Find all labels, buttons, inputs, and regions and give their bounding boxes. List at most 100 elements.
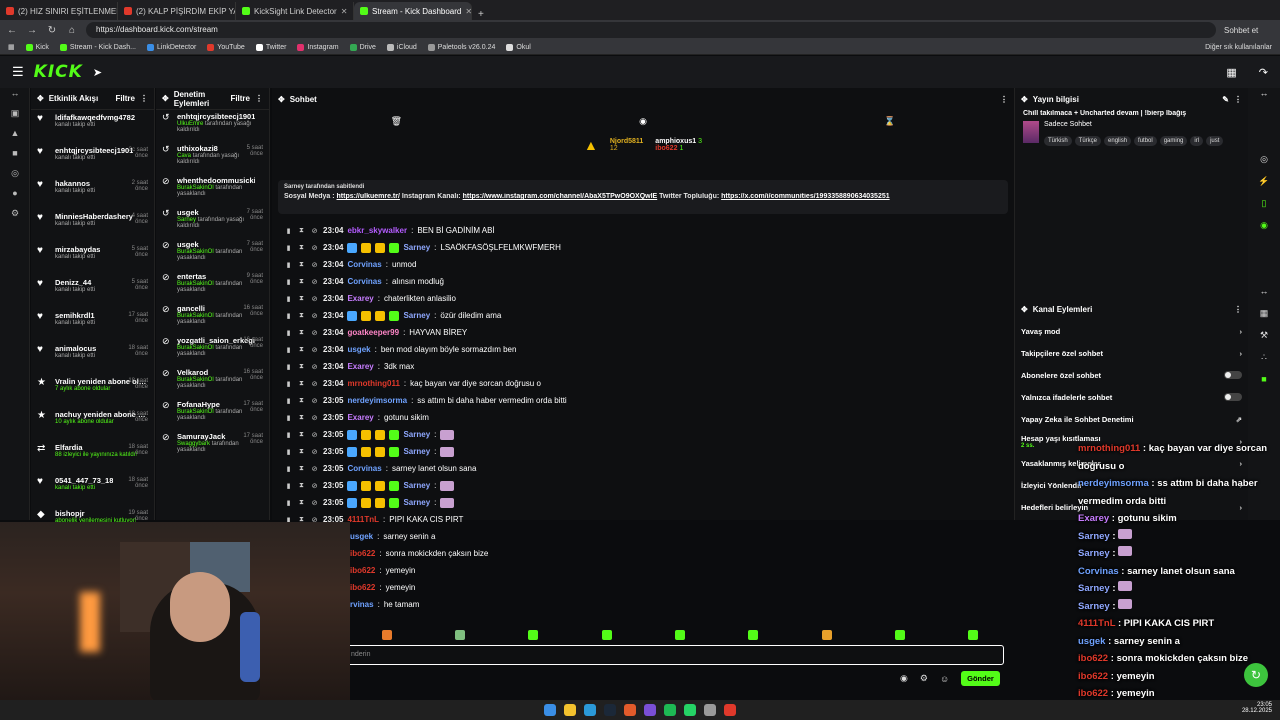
activity-item[interactable]: ♥ Denizz_44 kanalı takip etti 5 saat önce xyxy=(31,275,154,308)
toggle-switch[interactable] xyxy=(1224,393,1242,401)
bookmark-item[interactable]: iCloud xyxy=(386,43,417,51)
chat-message[interactable]: ibo622: yemeyin xyxy=(272,562,1014,579)
hourglass-icon[interactable]: ⧗ xyxy=(297,244,306,252)
phone-icon[interactable]: ▯ xyxy=(1248,198,1280,220)
mod-action-item[interactable]: ↺ enhtqjrcysibteecj1901 UlkuEmre tarafında… xyxy=(156,110,269,142)
pin-icon[interactable]: ▮ xyxy=(284,227,293,235)
kick-logo[interactable]: KICK xyxy=(34,62,83,82)
chat-message[interactable]: ▮ ⧗ ⊘ 23:05 Corvinas: sarney lanet olsun san… xyxy=(272,460,1014,477)
stream-tag[interactable]: just xyxy=(1206,136,1224,146)
back-icon[interactable]: ← xyxy=(6,25,18,36)
settings-icon[interactable]: ⚙ xyxy=(0,208,30,228)
exit-icon[interactable]: ↷ xyxy=(1259,66,1268,79)
app-icon[interactable] xyxy=(704,704,716,716)
user-plus-icon[interactable]: ■ xyxy=(1248,374,1280,396)
emote-icon[interactable] xyxy=(748,630,759,640)
pin-icon[interactable]: ▮ xyxy=(284,295,293,303)
pin-icon[interactable]: ▮ xyxy=(284,278,293,286)
mod-action-item[interactable]: ⊘ SamurayJack Swaggybark tarafından yasakl… xyxy=(156,430,269,462)
home-icon[interactable]: ⌂ xyxy=(66,25,78,36)
chat-message[interactable]: ▮ ⧗ ⊘ 23:04 Corvinas: unmod xyxy=(272,256,1014,273)
activity-item[interactable]: ♥ 0541_447_73_18 kanalı takip etti 18 saat … xyxy=(31,473,154,506)
wrench-icon[interactable]: ⚒ xyxy=(1248,330,1280,352)
pin-icon[interactable]: ▮ xyxy=(284,397,293,405)
message-user[interactable]: usgek xyxy=(347,345,370,354)
edit-icon[interactable]: ✎ xyxy=(1222,95,1229,104)
activity-item[interactable]: ♥ semihkrdl1 kanalı takip etti 17 saat önce xyxy=(31,308,154,341)
activity-item[interactable]: ⇄ Elfardia 88 izleyici ile yayınınıza katı… xyxy=(31,440,154,473)
pin-icon[interactable]: ▮ xyxy=(284,448,293,456)
channel-action-item[interactable]: Abonelere özel sohbet xyxy=(1015,364,1248,386)
chat-message[interactable]: ▮ ⧗ ⊘ 23:04 goatkeeper99: HAYVAN BİREY xyxy=(272,324,1014,341)
hourglass-icon[interactable]: ⧗ xyxy=(297,448,306,456)
kebab-icon[interactable]: ⋮ xyxy=(1234,305,1242,314)
spotify-icon[interactable] xyxy=(664,704,676,716)
gear-icon[interactable]: ⚙ xyxy=(920,673,928,684)
pin-icon[interactable]: ▮ xyxy=(284,414,293,422)
message-user[interactable]: ibo622 xyxy=(350,549,375,558)
chat-message[interactable]: ▮ ⧗ ⊘ 23:04 Exarey: 3dk max xyxy=(272,358,1014,375)
collapse-icon[interactable]: ↔ xyxy=(0,88,30,108)
chat-input[interactable]: nderin xyxy=(346,645,1004,665)
hourglass-icon[interactable]: ⧗ xyxy=(297,363,306,371)
chat-message[interactable]: ▮ ⧗ ⊘ 23:04 Sarney: LSAÖKFASÖŞLFELMKWFMERH xyxy=(272,239,1014,256)
pin-icon[interactable]: ▮ xyxy=(284,346,293,354)
users-icon[interactable]: ● xyxy=(0,188,30,208)
pin-icon[interactable]: ▮ xyxy=(284,363,293,371)
chat-message[interactable]: ibo622: sonra mokickden çaksın bize xyxy=(272,545,1014,562)
pinned-link[interactable]: https://ulkuemre.tr/ xyxy=(337,193,400,200)
profile-chat-button[interactable]: Sohbet et xyxy=(1224,26,1258,35)
message-user[interactable]: Sarney xyxy=(403,243,430,252)
emote-icon[interactable] xyxy=(674,630,685,640)
hourglass-icon[interactable]: ⧗ xyxy=(297,295,306,303)
mod-action-item[interactable]: ⊘ usgek BurakSakinOl tarafından yasaklandı… xyxy=(156,238,269,270)
mod-action-item[interactable]: ⊘ yozgatli_saion_erkegi BurakSakinOl taraf… xyxy=(156,334,269,366)
pin-icon[interactable]: ▮ xyxy=(284,380,293,388)
message-user[interactable]: Sarney xyxy=(403,498,430,507)
lightning-icon[interactable]: ⚡ xyxy=(1248,176,1280,198)
kebab-icon[interactable]: ⋮ xyxy=(1000,95,1008,104)
pin-icon[interactable]: ▮ xyxy=(284,329,293,337)
hourglass-icon[interactable]: ⌛ xyxy=(884,116,895,127)
emote-icon[interactable] xyxy=(381,630,392,640)
whatsapp-icon[interactable] xyxy=(684,704,696,716)
message-user[interactable]: Sarney xyxy=(403,481,430,490)
message-user[interactable]: Corvinas xyxy=(347,464,381,473)
hourglass-icon[interactable]: ⧗ xyxy=(297,227,306,235)
trash-icon[interactable]: 🗑 xyxy=(391,116,402,127)
emote-icon[interactable] xyxy=(528,630,539,640)
message-user[interactable]: Corvinas xyxy=(347,260,381,269)
ban-icon[interactable]: ⊘ xyxy=(310,431,319,439)
stream-tag[interactable]: gaming xyxy=(1159,136,1188,146)
ban-icon[interactable]: ⊘ xyxy=(310,380,319,388)
ban-icon[interactable]: ⊘ xyxy=(310,244,319,252)
apps-icon[interactable]: ▦ xyxy=(8,43,15,51)
ban-icon[interactable]: ⊘ xyxy=(310,465,319,473)
app-icon[interactable] xyxy=(724,704,736,716)
chat-icon[interactable]: ◉ xyxy=(1248,220,1280,242)
pin-icon[interactable]: ▮ xyxy=(284,261,293,269)
ban-icon[interactable]: ⊘ xyxy=(310,414,319,422)
mod-action-item[interactable]: ⊘ whenthedoommusickicl BurakSakinOl tarafı… xyxy=(156,174,269,206)
emote-icon[interactable] xyxy=(454,630,465,640)
new-tab-icon[interactable]: + xyxy=(472,9,490,20)
chat-message[interactable]: usgek: sarney senin a xyxy=(272,528,1014,545)
message-user[interactable]: rvinas xyxy=(350,600,374,609)
channel-action-item[interactable]: Yalnızca ifadelerle sohbet xyxy=(1015,386,1248,408)
expand-icon[interactable]: ↔ xyxy=(1248,88,1280,110)
app-icon[interactable] xyxy=(644,704,656,716)
ban-icon[interactable]: ⊘ xyxy=(310,261,319,269)
pin-icon[interactable]: ▮ xyxy=(284,431,293,439)
other-bookmarks[interactable]: Diğer sık kullanılanlar xyxy=(1205,44,1272,51)
activity-item[interactable]: ♥ ldifafkawqedfvmg4782 kanalı takip etti xyxy=(31,110,154,143)
message-user[interactable]: Exarey xyxy=(347,362,373,371)
hourglass-icon[interactable]: ⧗ xyxy=(297,482,306,490)
activity-item[interactable]: ♥ animalocus kanalı takip etti 18 saat önce xyxy=(31,341,154,374)
activity-item[interactable]: ♥ MinniesHaberdashery kanalı takip etti 4 s… xyxy=(31,209,154,242)
ban-icon[interactable]: ⊘ xyxy=(310,363,319,371)
pin-icon[interactable]: ▮ xyxy=(284,244,293,252)
channel-action-item[interactable]: Yapay Zeka ile Sohbet Denetimi ⇗ xyxy=(1015,408,1248,430)
pin-icon[interactable]: ▮ xyxy=(284,312,293,320)
mod-action-item[interactable]: ⊘ FofanaHype BurakSakinOl tarafından yasak… xyxy=(156,398,269,430)
drag-icon[interactable]: ✥ xyxy=(37,94,44,103)
